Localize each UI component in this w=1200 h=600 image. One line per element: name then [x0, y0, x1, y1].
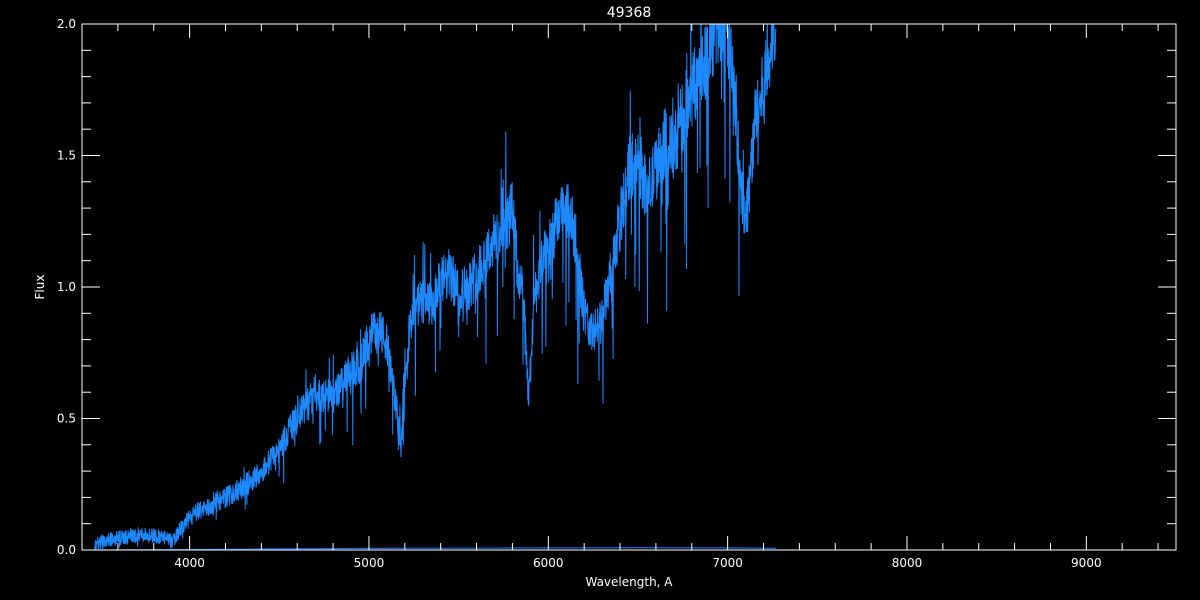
x-tick-label: 8000: [892, 556, 923, 570]
chart-title: 49368: [607, 5, 652, 21]
y-tick-label: 2.0: [57, 17, 76, 31]
y-tick-label: 0.5: [57, 412, 76, 426]
spectrum-plot: 4000 5000 6000 7000 8000 90000.00.51.01.52.0 …: [0, 0, 1200, 600]
x-tick-label: 5000: [354, 556, 385, 570]
x-tick-label: 4000: [174, 556, 205, 570]
x-tick-label: 6000: [533, 556, 564, 570]
x-tick-label: 9000: [1071, 556, 1102, 570]
x-tick-label: 7000: [712, 556, 743, 570]
x-axis-title: Wavelength, A: [585, 575, 673, 589]
y-axis-title: Flux: [33, 275, 47, 300]
y-tick-label: 1.0: [57, 280, 76, 294]
spectrum-chart: 4000 5000 6000 7000 8000 9000 0.0 0.5 1.0 1.5 2.0 …: [0, 0, 1200, 600]
y-tick-label: 1.5: [57, 149, 76, 163]
y-tick-label: 0.0: [57, 543, 76, 557]
plot-background: [0, 0, 1200, 600]
